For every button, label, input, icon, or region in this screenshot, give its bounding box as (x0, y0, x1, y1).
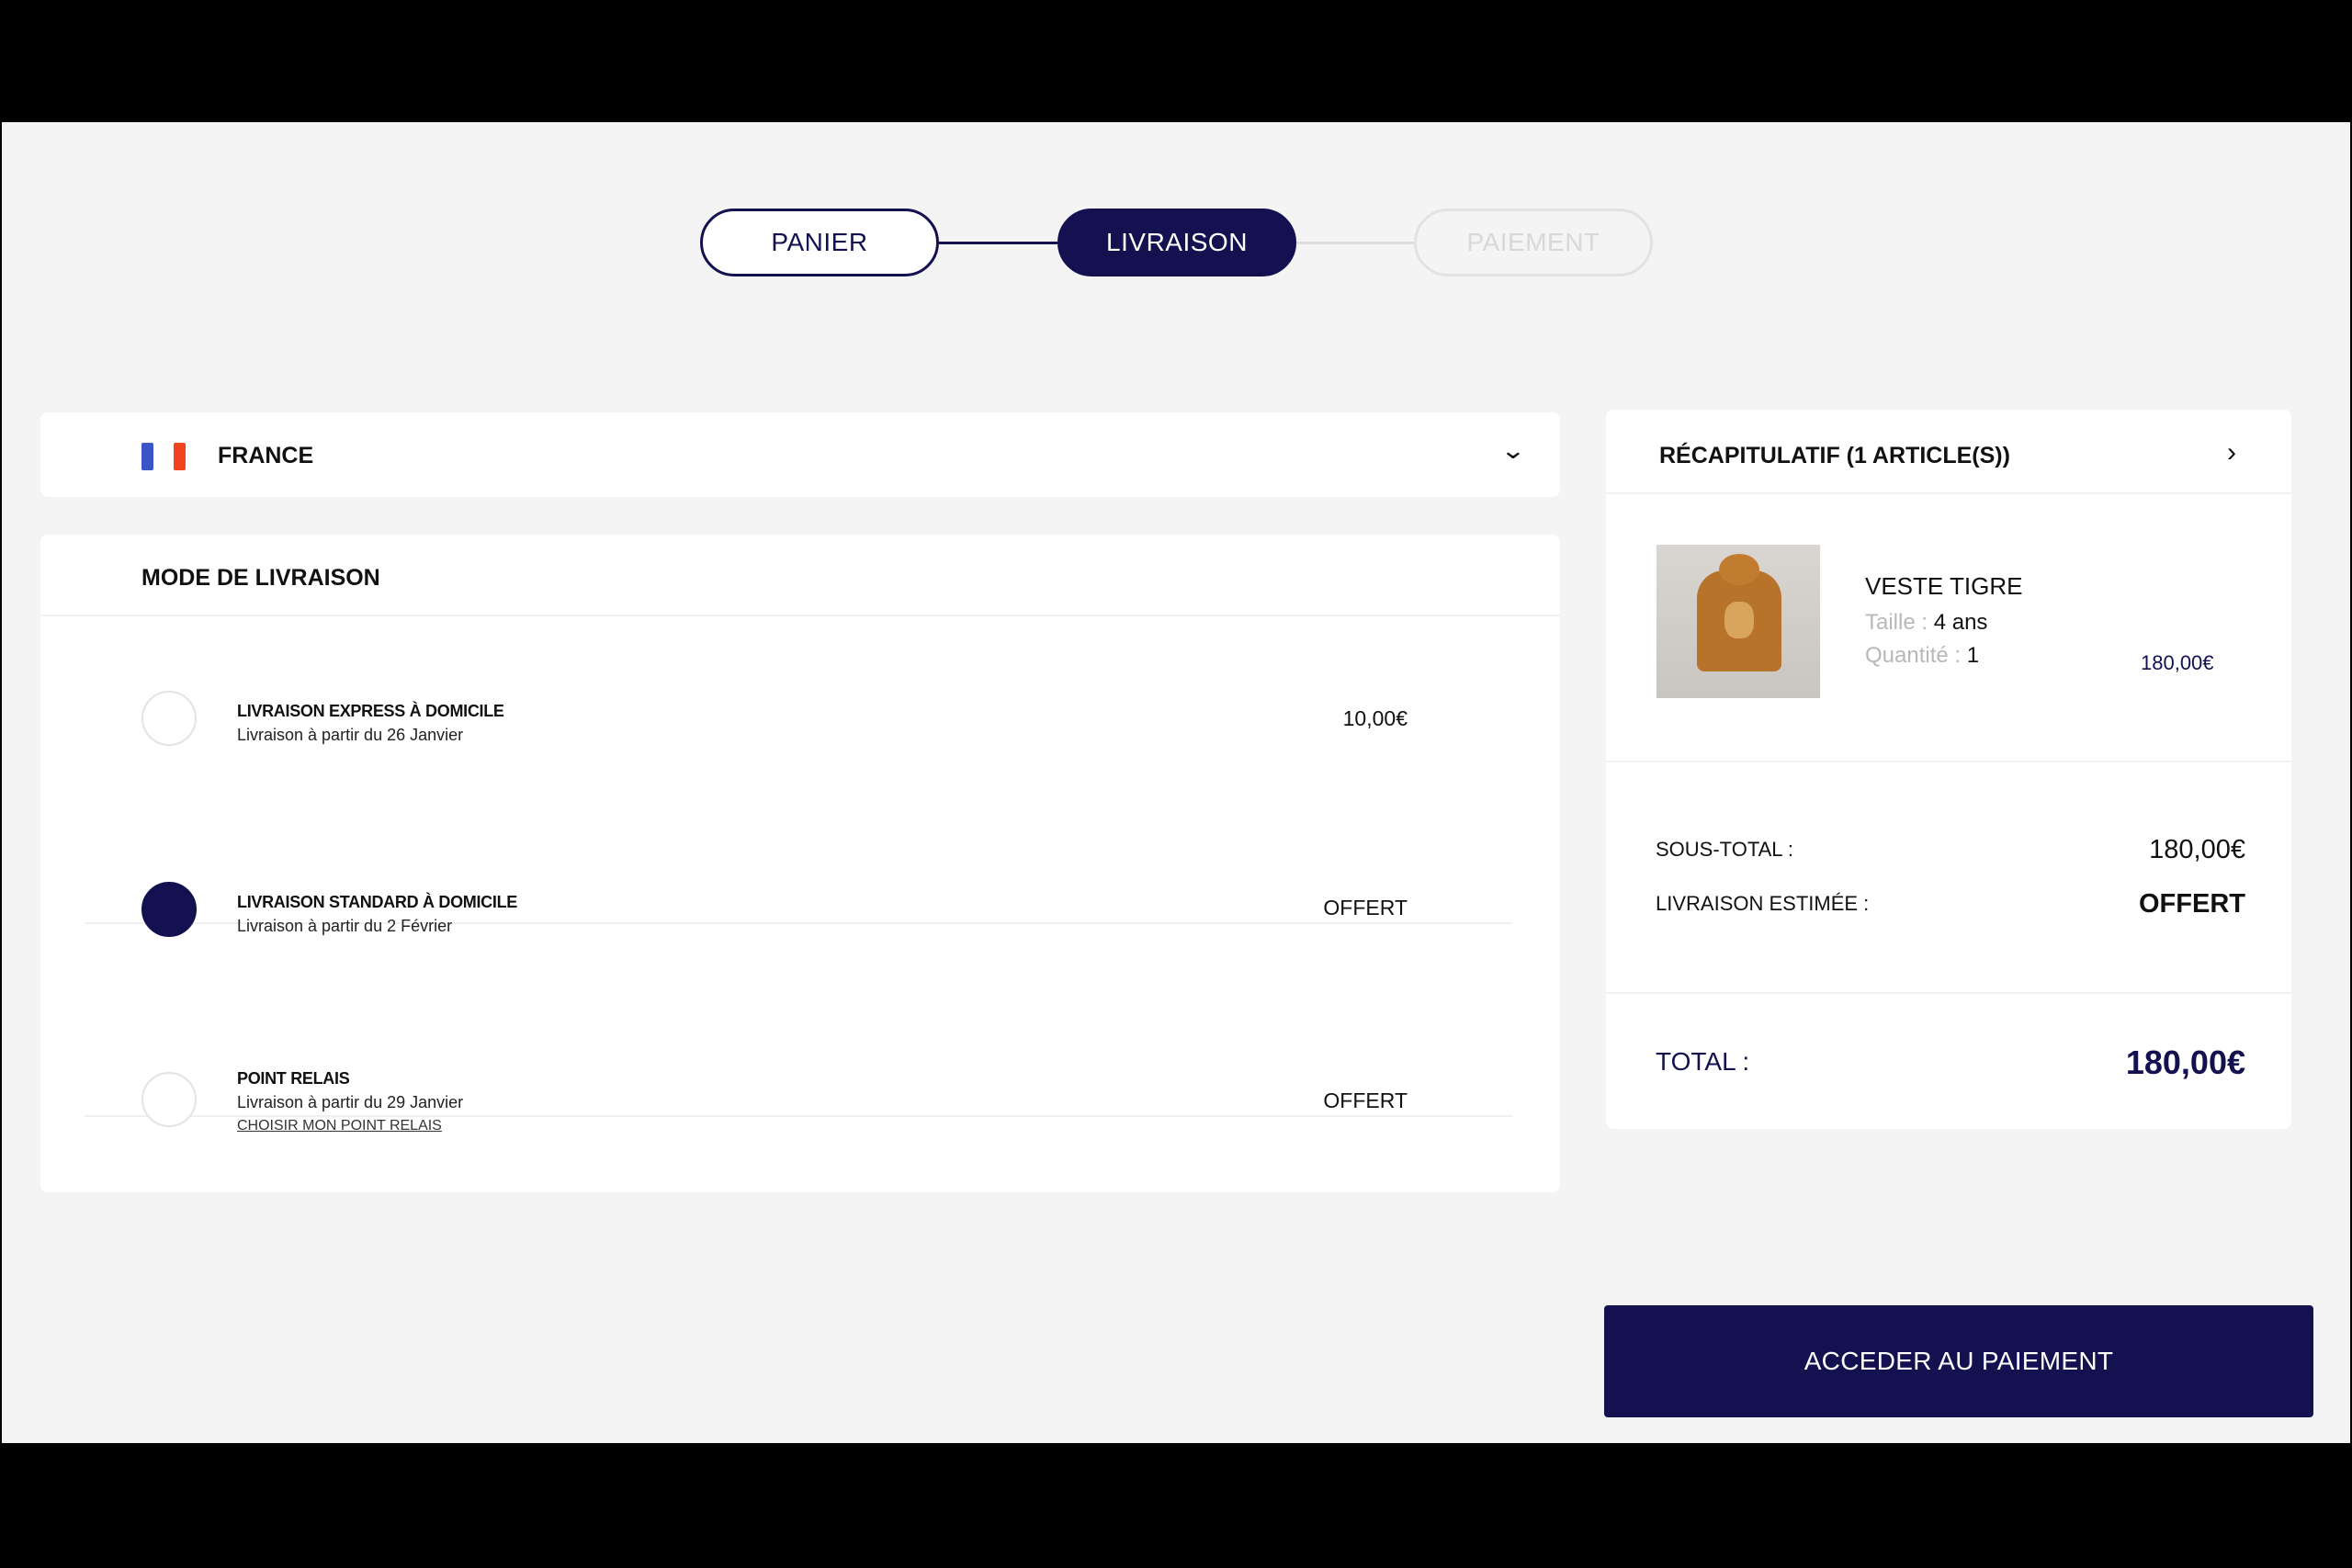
total-label: TOTAL : (1656, 1047, 1750, 1076)
size-value: 4 ans (1933, 610, 1988, 635)
radio-standard[interactable] (141, 882, 197, 937)
delivery-option-date: Livraison à partir du 26 Janvier (237, 726, 464, 744)
radio-express[interactable] (141, 691, 197, 746)
total-value: 180,00€ (2125, 1043, 2245, 1081)
step-panier[interactable]: PANIER (700, 209, 939, 276)
delivery-option-date: Livraison à partir du 2 Février (237, 917, 453, 935)
product-name: VESTE TIGRE (1865, 572, 2023, 600)
step-connector (939, 242, 1058, 244)
radio-relay[interactable] (141, 1072, 197, 1127)
proceed-to-payment-button[interactable]: ACCEDER AU PAIEMENT (1604, 1305, 2313, 1417)
flag-france-icon (141, 443, 187, 470)
delivery-option-date: Livraison à partir du 29 Janvier (237, 1093, 464, 1111)
choose-relay-link[interactable]: CHOISIR MON POINT RELAIS (237, 1118, 442, 1134)
size-label: Taille : (1865, 610, 1928, 635)
country-name: FRANCE (218, 443, 314, 468)
country-selector[interactable]: FRANCE ⌄ (40, 412, 1560, 497)
quantity-label: Quantité : (1865, 643, 1962, 668)
divider (1606, 761, 2291, 762)
chevron-down-icon[interactable]: ⌄ (1500, 436, 1526, 465)
delivery-option-title: LIVRAISON EXPRESS À DOMICILE (237, 702, 504, 720)
checkout-page: PANIER LIVRAISON PAIEMENT FRANCE ⌄ MODE … (2, 122, 2350, 1443)
jacket-illustration (1697, 554, 1781, 671)
delivery-mode-panel: MODE DE LIVRAISON LIVRAISON EXPRESS À DO… (40, 535, 1560, 1192)
step-connector (1296, 242, 1415, 244)
summary-title: RÉCAPITULATIF (1 ARTICLE(S)) (1659, 443, 2010, 468)
product-size: Taille : 4 ans (1865, 610, 1987, 636)
step-livraison[interactable]: LIVRAISON (1057, 209, 1296, 276)
shipping-value: OFFERT (2139, 889, 2245, 919)
delivery-option-price: 10,00€ (1342, 706, 1408, 730)
delivery-option-standard[interactable]: LIVRAISON STANDARD À DOMICILE Livraison … (40, 808, 1560, 992)
delivery-option-title: POINT RELAIS (237, 1069, 350, 1088)
subtotal-label: SOUS-TOTAL : (1656, 838, 1793, 861)
product-price: 180,00€ (2141, 651, 2214, 674)
quantity-value: 1 (1966, 643, 1980, 668)
divider (1606, 992, 2291, 994)
delivery-mode-title: MODE DE LIVRAISON (141, 565, 380, 591)
delivery-option-title: LIVRAISON STANDARD À DOMICILE (237, 893, 517, 911)
order-summary: RÉCAPITULATIF (1 ARTICLE(S)) › VESTE TIG… (1606, 410, 2291, 1129)
shipping-label: LIVRAISON ESTIMÉE : (1656, 892, 1870, 915)
delivery-option-price: OFFERT (1323, 1089, 1408, 1112)
delivery-option-relay[interactable]: POINT RELAIS Livraison à partir du 29 Ja… (40, 998, 1560, 1182)
delivery-option-price: OFFERT (1323, 896, 1408, 919)
subtotal-value: 180,00€ (2149, 835, 2245, 864)
product-quantity: Quantité : 1 (1865, 643, 1979, 669)
divider (1606, 492, 2291, 494)
chevron-right-icon[interactable]: › (2227, 437, 2236, 468)
divider (40, 615, 1560, 616)
delivery-option-express[interactable]: LIVRAISON EXPRESS À DOMICILE Livraison à… (40, 617, 1560, 801)
product-image (1657, 545, 1820, 698)
step-paiement: PAIEMENT (1414, 209, 1653, 276)
